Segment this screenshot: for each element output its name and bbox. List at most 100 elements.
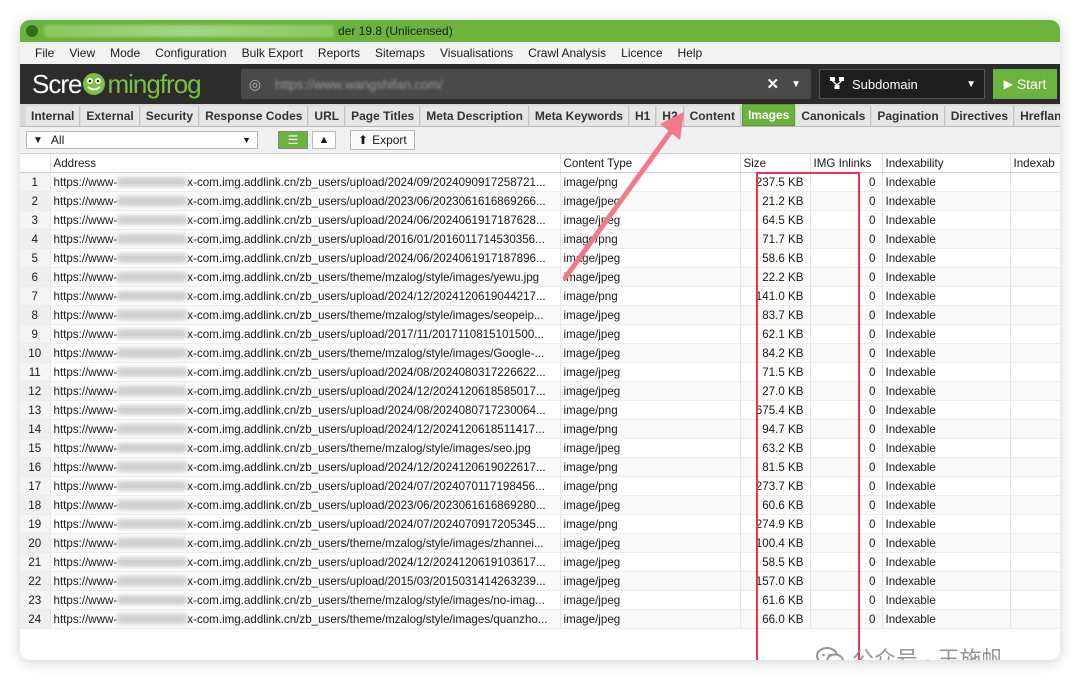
address-cell[interactable]: https://www-x-com.img.addlink.cn/zb_user… [50,533,561,553]
address-cell[interactable]: https://www-x-com.img.addlink.cn/zb_user… [50,381,561,401]
address-cell[interactable]: https://www-x-com.img.addlink.cn/zb_user… [50,210,561,230]
filter-dropdown[interactable]: ▼ All ▼ [26,131,258,149]
table-row[interactable]: 13 https://www-x-com.img.addlink.cn/zb_us… [20,400,1060,420]
address-cell[interactable]: https://www-x-com.img.addlink.cn/zb_user… [50,286,561,306]
export-button[interactable]: ⬆ Export [350,130,415,150]
table-row[interactable]: 17 https://www-x-com.img.addlink.cn/zb_us… [20,476,1060,496]
menu-item-view[interactable]: View [69,46,95,60]
tab-meta-keywords[interactable]: Meta Keywords [529,106,629,126]
start-button[interactable]: ▶ Start [993,69,1057,99]
address-cell[interactable]: https://www-x-com.img.addlink.cn/zb_user… [50,609,561,629]
table-row[interactable]: 15 https://www-x-com.img.addlink.cn/zb_us… [20,438,1060,458]
address-cell[interactable]: https://www-x-com.img.addlink.cn/zb_user… [50,552,561,572]
column-header-indexability-status[interactable]: Indexab [1010,154,1060,173]
menu-item-crawl-analysis[interactable]: Crawl Analysis [528,46,606,60]
address-cell[interactable]: https://www-x-com.img.addlink.cn/zb_user… [50,476,561,496]
address-cell[interactable]: https://www-x-com.img.addlink.cn/zb_user… [50,305,561,325]
table-row[interactable]: 21 https://www-x-com.img.addlink.cn/zb_us… [20,552,1060,572]
column-header-indexability[interactable]: Indexability [882,154,1011,173]
menu-item-bulk-export[interactable]: Bulk Export [242,46,303,60]
address-cell[interactable]: https://www-x-com.img.addlink.cn/zb_user… [50,248,561,268]
table-row[interactable]: 11 https://www-x-com.img.addlink.cn/zb_us… [20,362,1060,382]
tab-content[interactable]: Content [684,106,741,126]
tab-images[interactable]: Images [741,104,796,126]
table-row[interactable]: 4 https://www-x-com.img.addlink.cn/zb_use… [20,229,1060,249]
menu-item-licence[interactable]: Licence [621,46,662,60]
address-cell[interactable]: https://www-x-com.img.addlink.cn/zb_user… [50,400,561,420]
address-cell[interactable]: https://www-x-com.img.addlink.cn/zb_user… [50,419,561,439]
menu-item-reports[interactable]: Reports [318,46,360,60]
tab-page-titles[interactable]: Page Titles [346,106,421,126]
indexability-status-cell [1010,552,1060,572]
img-inlinks-cell: 0 [810,229,883,249]
tab-security[interactable]: Security [140,106,200,126]
indexability-cell: Indexable [882,438,1011,458]
address-cell[interactable]: https://www-x-com.img.addlink.cn/zb_user… [50,324,561,344]
tab-pagination[interactable]: Pagination [872,106,945,126]
tab-h1[interactable]: H1 [629,106,657,126]
content-type-cell: image/jpeg [560,590,741,610]
tab-h2[interactable]: H2 [657,106,684,126]
address-cell[interactable]: https://www-x-com.img.addlink.cn/zb_user… [50,362,561,382]
table-row[interactable]: 22 https://www-x-com.img.addlink.cn/zb_us… [20,571,1060,591]
address-cell[interactable]: https://www-x-com.img.addlink.cn/zb_user… [50,457,561,477]
address-cell[interactable]: https://www-x-com.img.addlink.cn/zb_user… [50,438,561,458]
menu-item-mode[interactable]: Mode [110,46,140,60]
list-view-button[interactable]: ☰ [278,131,308,149]
menu-item-sitemaps[interactable]: Sitemaps [375,46,425,60]
indexability-status-cell [1010,286,1060,306]
tab-internal[interactable]: Internal [26,106,81,126]
table-row[interactable]: 18 https://www-x-com.img.addlink.cn/zb_us… [20,495,1060,515]
column-header-img-inlinks[interactable]: IMG Inlinks [810,154,883,173]
table-row[interactable]: 9 https://www-x-com.img.addlink.cn/zb_use… [20,324,1060,344]
column-header-address[interactable]: Address [50,154,561,173]
column-header-size[interactable]: Size [740,154,811,173]
table-row[interactable]: 10 https://www-x-com.img.addlink.cn/zb_us… [20,343,1060,363]
menu-item-configuration[interactable]: Configuration [155,46,226,60]
table-row[interactable]: 16 https://www-x-com.img.addlink.cn/zb_us… [20,457,1060,477]
tab-hreflang[interactable]: Hreflang [1015,106,1060,126]
menu-item-visualisations[interactable]: Visualisations [440,46,513,60]
table-row[interactable]: 5 https://www-x-com.img.addlink.cn/zb_use… [20,248,1060,268]
url-history-dropdown-icon[interactable]: ▼ [791,79,801,90]
tree-view-button[interactable]: ▲ [312,131,336,149]
menu-item-help[interactable]: Help [678,46,703,60]
column-header-content-type[interactable]: Content Type [560,154,741,173]
address-cell[interactable]: https://www-x-com.img.addlink.cn/zb_user… [50,229,561,249]
img-inlinks-cell: 0 [810,286,883,306]
address-cell[interactable]: https://www-x-com.img.addlink.cn/zb_user… [50,495,561,515]
table-row[interactable]: 7 https://www-x-com.img.addlink.cn/zb_use… [20,286,1060,306]
table-row[interactable]: 8 https://www-x-com.img.addlink.cn/zb_use… [20,305,1060,325]
redacted-text [117,329,188,340]
address-cell[interactable]: https://www-x-com.img.addlink.cn/zb_user… [50,571,561,591]
table-row[interactable]: 20 https://www-x-com.img.addlink.cn/zb_us… [20,533,1060,553]
tab-meta-description[interactable]: Meta Description [421,106,529,126]
address-cell[interactable]: https://www-x-com.img.addlink.cn/zb_user… [50,191,561,211]
tab-canonicals[interactable]: Canonicals [796,106,872,126]
table-row[interactable]: 6 https://www-x-com.img.addlink.cn/zb_use… [20,267,1060,287]
table-row[interactable]: 12 https://www-x-com.img.addlink.cn/zb_us… [20,381,1060,401]
table-row[interactable]: 1 https://www-x-com.img.addlink.cn/zb_use… [20,172,1060,192]
table-row[interactable]: 23 https://www-x-com.img.addlink.cn/zb_us… [20,590,1060,610]
address-cell[interactable]: https://www-x-com.img.addlink.cn/zb_user… [50,267,561,287]
crawl-mode-select[interactable]: Subdomain ▼ [819,69,985,99]
url-input[interactable]: ◎ https://www.wangshifan.com/ ✕ ▼ [241,69,811,99]
tab-url[interactable]: URL [309,106,346,126]
address-cell[interactable]: https://www-x-com.img.addlink.cn/zb_user… [50,514,561,534]
tab-external[interactable]: External [81,106,140,126]
tab-response-codes[interactable]: Response Codes [200,106,309,126]
tab-directives[interactable]: Directives [945,106,1015,126]
url-value[interactable]: https://www.wangshifan.com/ [269,77,767,92]
address-cell[interactable]: https://www-x-com.img.addlink.cn/zb_user… [50,590,561,610]
clear-url-icon[interactable]: ✕ [767,75,780,93]
address-cell[interactable]: https://www-x-com.img.addlink.cn/zb_user… [50,343,561,363]
table-row[interactable]: 14 https://www-x-com.img.addlink.cn/zb_us… [20,419,1060,439]
content-type-cell: image/jpeg [560,248,741,268]
table-row[interactable]: 24 https://www-x-com.img.addlink.cn/zb_us… [20,609,1060,629]
address-cell[interactable]: https://www-x-com.img.addlink.cn/zb_user… [50,172,561,192]
indexability-status-cell [1010,571,1060,591]
table-row[interactable]: 2 https://www-x-com.img.addlink.cn/zb_use… [20,191,1060,211]
menu-item-file[interactable]: File [35,46,54,60]
table-row[interactable]: 19 https://www-x-com.img.addlink.cn/zb_us… [20,514,1060,534]
table-row[interactable]: 3 https://www-x-com.img.addlink.cn/zb_use… [20,210,1060,230]
